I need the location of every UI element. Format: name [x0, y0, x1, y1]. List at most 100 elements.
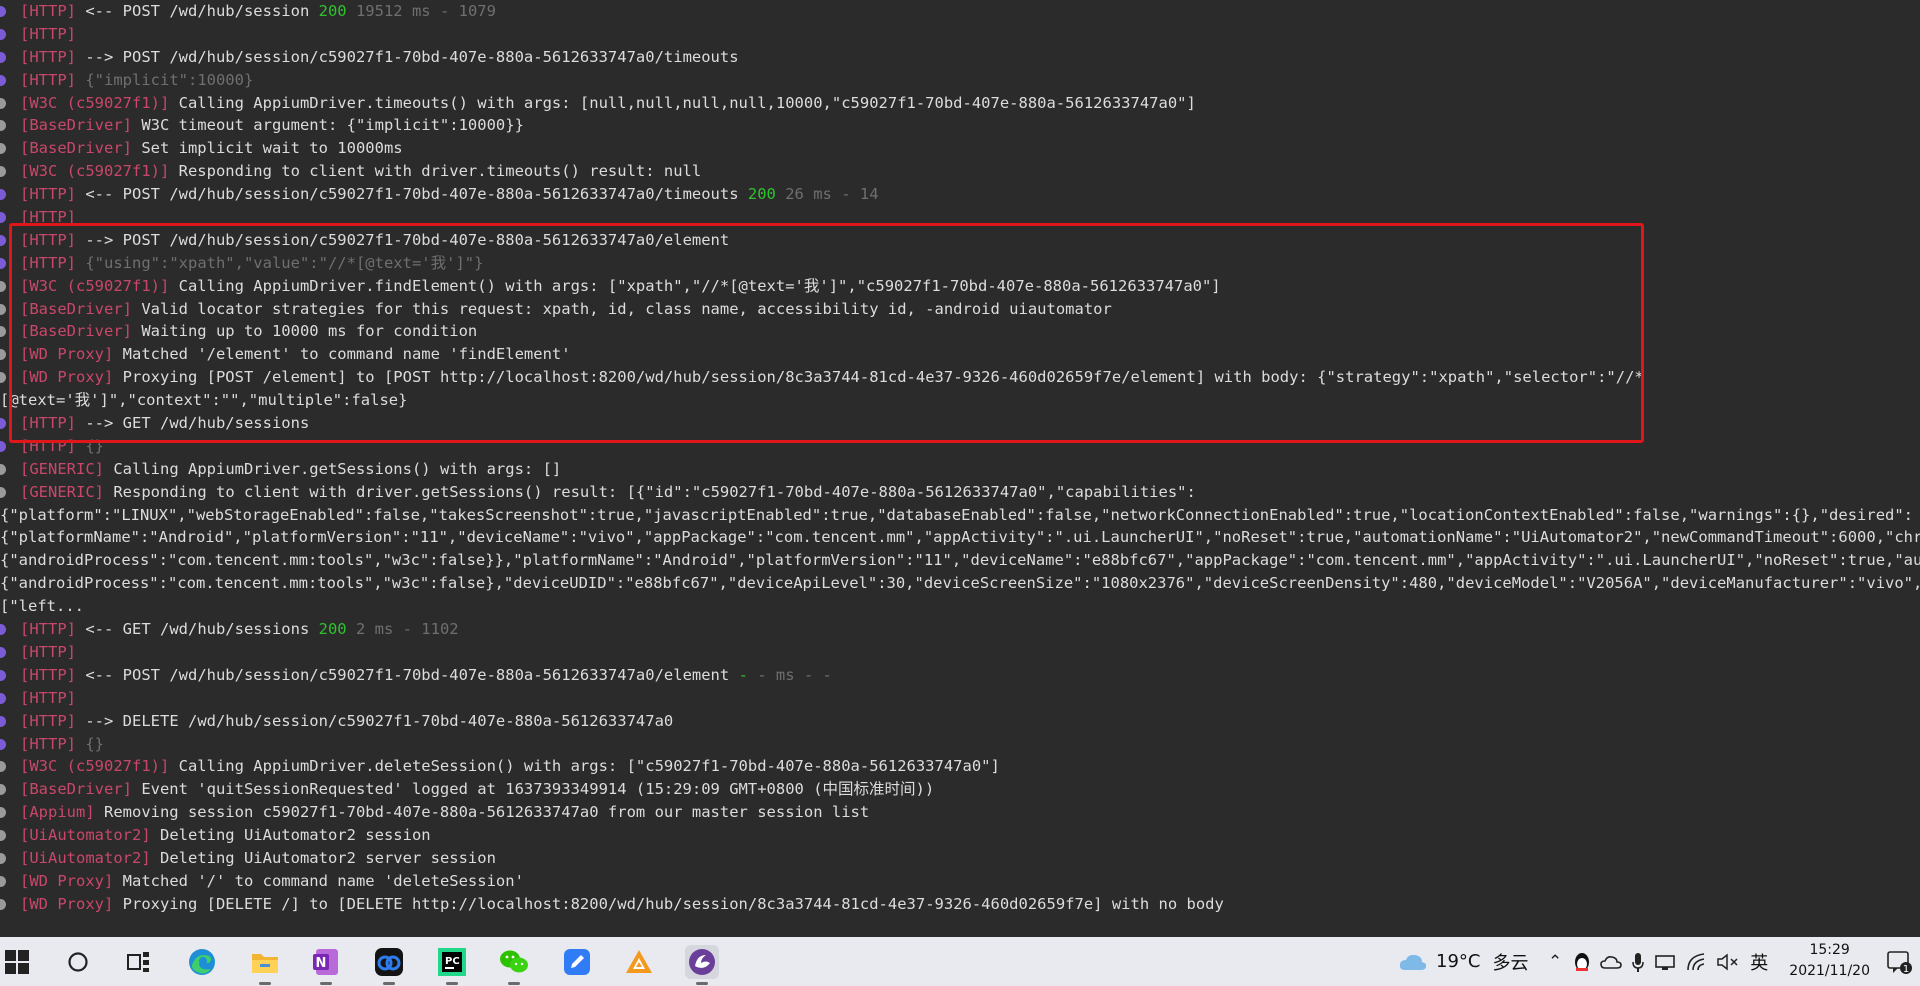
log-tag: [WD Proxy]	[20, 345, 114, 364]
log-line: [HTTP] --> DELETE /wd/hub/session/c59027…	[0, 710, 1920, 733]
log-bullet-icon	[0, 303, 6, 315]
log-line: [@text='我']","context":"","multiple":fal…	[0, 389, 1920, 412]
log-tag: [BaseDriver]	[20, 322, 132, 341]
log-text: ["left...	[0, 597, 84, 616]
log-tag: [BaseDriver]	[20, 139, 132, 158]
log-line: [WD Proxy] Proxying [DELETE /] to [DELET…	[0, 893, 1920, 916]
qq-penguin-icon[interactable]	[1572, 951, 1592, 973]
chevron-up-icon[interactable]: ⌃	[1548, 952, 1562, 972]
http-bullet-icon	[0, 51, 6, 63]
log-text: - ms - -	[747, 665, 832, 684]
http-bullet-icon	[0, 6, 6, 17]
clock[interactable]: 15:29 2021/11/20	[1789, 940, 1870, 982]
log-line: [BaseDriver] Set implicit wait to 10000m…	[0, 137, 1920, 160]
weather-widget[interactable]: 19°C 多云	[1398, 937, 1528, 986]
log-text: Calling AppiumDriver.deleteSession() wit…	[169, 757, 1000, 776]
log-line: {"androidProcess":"com.tencent.mm:tools"…	[0, 549, 1920, 572]
log-text: {}	[76, 734, 104, 753]
wechat-button[interactable]	[497, 945, 531, 985]
log-line: [WD Proxy] Matched '/element' to command…	[0, 343, 1920, 366]
pycharm-button[interactable]: PC	[435, 945, 469, 985]
log-line: [GENERIC] Responding to client with driv…	[0, 481, 1920, 504]
onedrive-cloud-icon[interactable]	[1600, 953, 1623, 971]
search-button[interactable]	[61, 945, 95, 979]
log-tag: [HTTP]	[20, 230, 76, 249]
http-bullet-icon	[0, 715, 6, 727]
log-line: {"platformName":"Android","platformVersi…	[0, 526, 1920, 549]
cloud-icon	[1399, 954, 1427, 970]
app-a-button[interactable]	[622, 945, 656, 979]
log-line: [HTTP]	[0, 687, 1920, 710]
log-bullet-icon	[0, 120, 6, 132]
log-tag: [HTTP]	[20, 414, 76, 433]
http-bullet-icon	[0, 738, 6, 750]
http-bullet-icon	[0, 212, 6, 224]
network-icon[interactable]	[1654, 953, 1678, 971]
log-tag: [HTTP]	[20, 70, 76, 89]
log-line: [HTTP] --> POST /wd/hub/session/c59027f1…	[0, 229, 1920, 252]
log-tag: [HTTP]	[20, 711, 76, 730]
log-bullet-icon	[0, 784, 6, 796]
volume-muted-icon[interactable]	[1716, 952, 1740, 972]
log-line: [UiAutomator2] Deleting UiAutomator2 ses…	[0, 824, 1920, 847]
log-bullet-icon	[0, 761, 6, 773]
log-text: <-- POST /wd/hub/session	[76, 2, 319, 20]
wifi-icon[interactable]	[1686, 952, 1708, 972]
log-bullet-icon	[0, 326, 6, 338]
svg-text:PC: PC	[445, 956, 460, 967]
log-line: [HTTP] --> POST /wd/hub/session/c59027f1…	[0, 46, 1920, 69]
pen-note-icon	[564, 949, 590, 975]
log-bullet-icon	[0, 463, 6, 475]
log-line: [Appium] Removing session c59027f1-70bd-…	[0, 801, 1920, 824]
terminal-output[interactable]: [HTTP] <-- POST /wd/hub/session 200 1951…	[0, 0, 1920, 937]
taskbar: N PC 19°C 多云 ⌃ 英 15:29 2021/11/20 1	[0, 937, 1920, 986]
http-bullet-icon	[0, 692, 6, 704]
log-tag: [HTTP]	[20, 2, 76, 20]
task-view-icon	[127, 952, 149, 972]
microphone-icon[interactable]	[1631, 951, 1645, 973]
log-line: {"platform":"LINUX","webStorageEnabled":…	[0, 504, 1920, 527]
log-line: ["left...	[0, 595, 1920, 618]
log-text: Deleting UiAutomator2 server session	[150, 848, 496, 867]
log-line: [HTTP] <-- POST /wd/hub/session/c59027f1…	[0, 664, 1920, 687]
log-line: [HTTP] <-- POST /wd/hub/session/c59027f1…	[0, 183, 1920, 206]
log-line: [HTTP]	[0, 23, 1920, 46]
log-line: [BaseDriver] W3C timeout argument: {"imp…	[0, 114, 1920, 137]
log-line: [HTTP] {}	[0, 435, 1920, 458]
log-tag: [WD Proxy]	[20, 871, 114, 890]
onenote-icon: N	[313, 949, 338, 975]
log-text: Calling AppiumDriver.getSessions() with …	[104, 459, 562, 478]
log-text: --> DELETE /wd/hub/session/c59027f1-70bd…	[76, 711, 674, 730]
log-tag: [W3C (c59027f1)]	[20, 276, 170, 295]
log-text: Valid locator strategies for this reques…	[131, 299, 1112, 318]
start-button[interactable]	[0, 945, 34, 979]
log-text: {"platformName":"Android","platformVersi…	[0, 528, 1920, 547]
log-line: [HTTP]	[0, 206, 1920, 229]
ime-indicator[interactable]: 英	[1750, 949, 1768, 975]
a-app-icon	[626, 950, 652, 973]
http-bullet-icon	[0, 669, 6, 681]
http-bullet-icon	[0, 624, 6, 636]
log-line: [W3C (c59027f1)] Calling AppiumDriver.ti…	[0, 92, 1920, 115]
log-tag: [HTTP]	[20, 688, 76, 707]
log-bullet-icon	[0, 898, 6, 910]
edge-icon	[189, 949, 215, 975]
log-text: 200	[747, 185, 776, 204]
edge-button[interactable]	[185, 945, 219, 979]
log-tag: [HTTP]	[20, 208, 76, 227]
task-view-button[interactable]	[122, 945, 156, 979]
http-bullet-icon	[0, 257, 6, 269]
log-tag: [UiAutomator2]	[20, 826, 151, 845]
notification-center-button[interactable]: 1	[1882, 945, 1916, 979]
onenote-button[interactable]: N	[309, 945, 343, 985]
appium-button[interactable]	[685, 945, 719, 985]
log-line: [WD Proxy] Proxying [POST /element] to […	[0, 366, 1920, 389]
file-explorer-button[interactable]	[248, 945, 282, 985]
log-text: Event 'quitSessionRequested' logged at 1…	[131, 780, 935, 799]
folder-icon	[252, 954, 278, 973]
pycharm-icon: PC	[438, 948, 466, 976]
svg-text:N: N	[316, 956, 327, 971]
app-w-button[interactable]	[372, 945, 406, 985]
notes-button[interactable]	[560, 945, 594, 979]
log-line: [BaseDriver] Valid locator strategies fo…	[0, 298, 1920, 321]
